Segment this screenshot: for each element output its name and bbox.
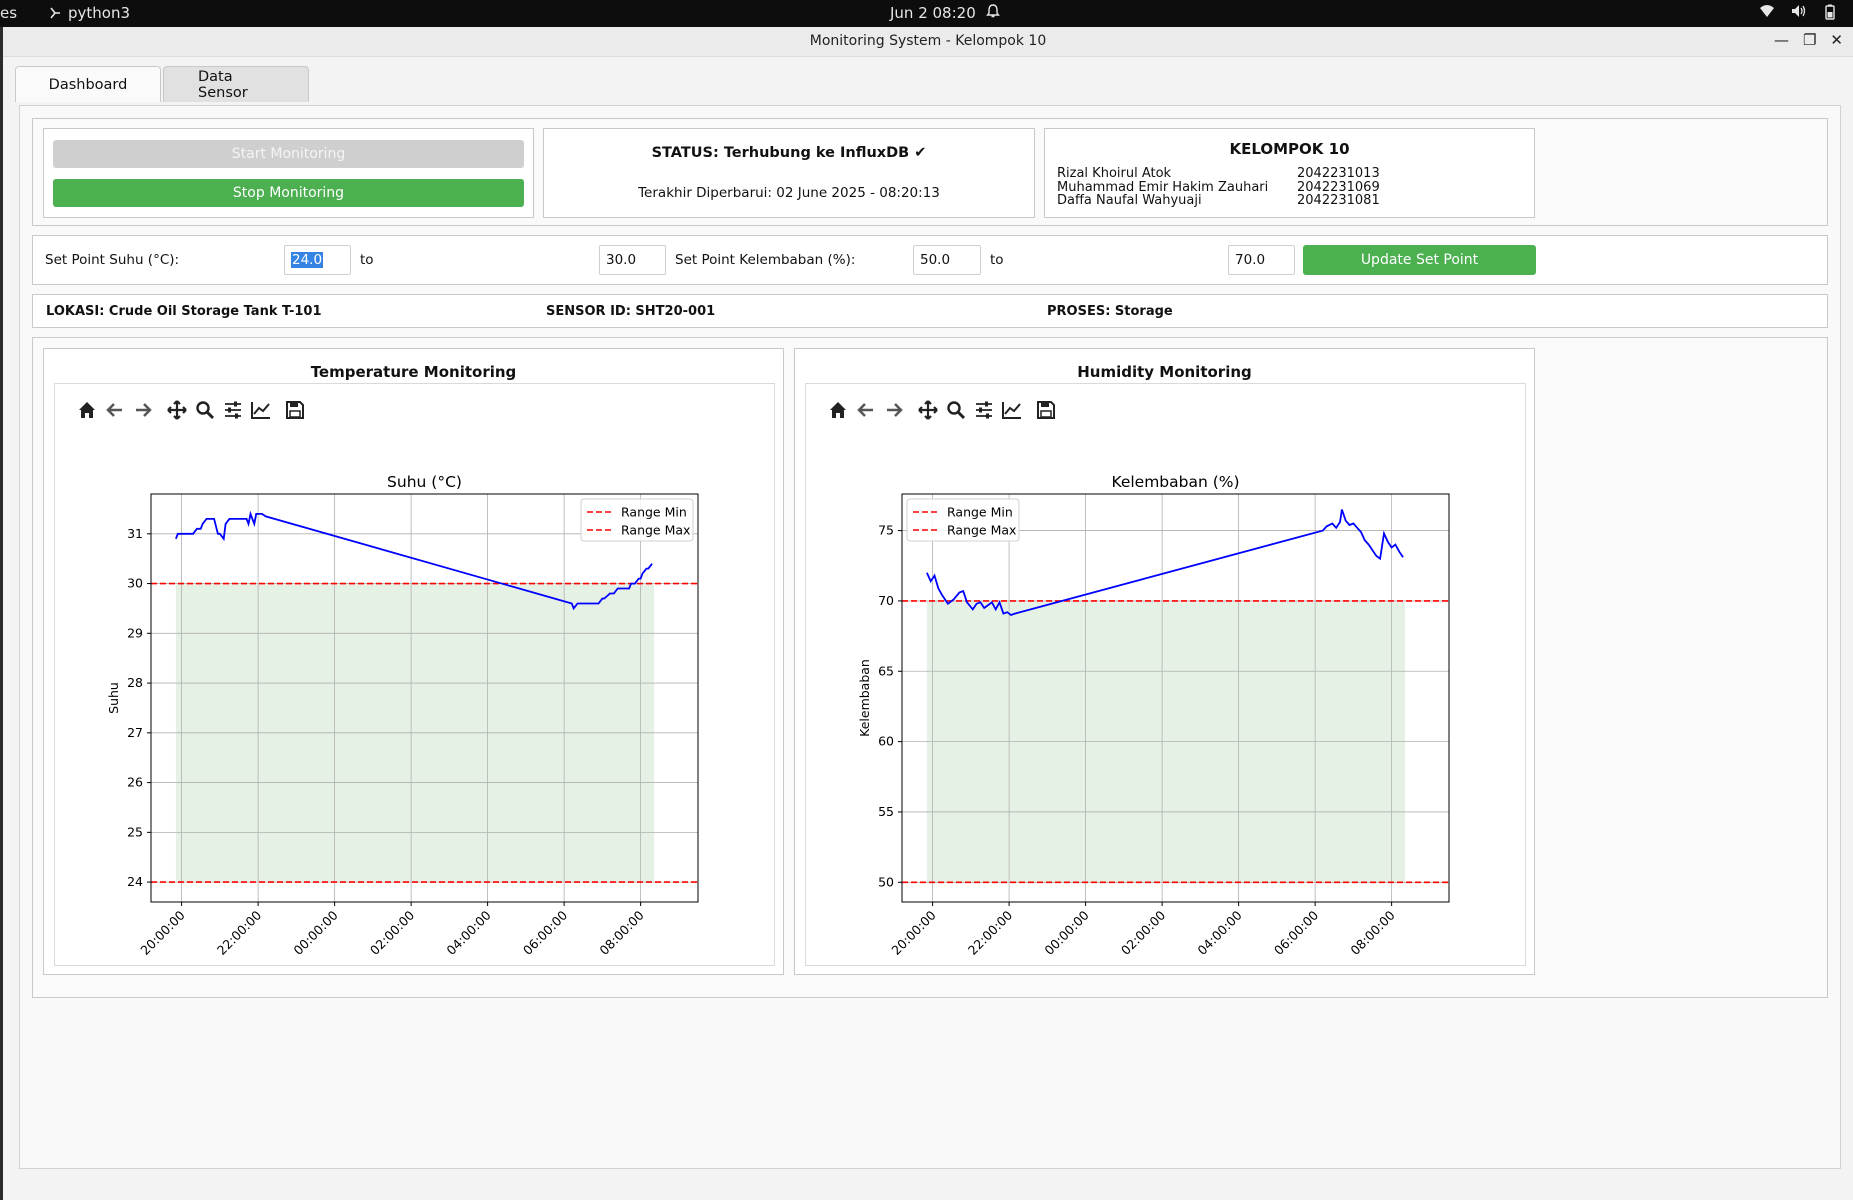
restore-icon[interactable]: ❐ [1803, 31, 1816, 49]
x-tick-label: 04:00:00 [443, 907, 493, 957]
y-tick-label: 60 [878, 734, 894, 749]
y-tick-label: 31 [127, 526, 143, 541]
legend-entry: Range Min [947, 505, 1013, 520]
group-panel: KELOMPOK 10 Rizal Khoirul Atok 204223101… [1044, 128, 1535, 218]
y-tick-label: 25 [127, 824, 143, 839]
x-tick-label: 20:00:00 [137, 907, 187, 957]
x-tick-label: 22:00:00 [214, 907, 264, 957]
system-tray[interactable] [1759, 4, 1837, 20]
legend-entry: Range Max [621, 523, 690, 538]
close-icon[interactable]: ✕ [1830, 31, 1843, 49]
chart-title: Kelembaban (%) [1111, 473, 1239, 491]
kelembaban-min-input[interactable]: 50.0 [913, 245, 981, 275]
member-nrp: 2042231081 [1297, 193, 1380, 208]
minimize-icon[interactable]: — [1774, 31, 1789, 49]
temperature-chart[interactable]: 24 25 26 27 28 29 30 31 20:00:00 22:00:00 00:00:00… [55, 384, 776, 967]
to-label: to [990, 252, 1004, 268]
window-controls: — ❐ ✕ [1774, 31, 1843, 49]
temperature-canvas: 24 25 26 27 28 29 30 31 20:00:00 22:00:00 00:00:00… [54, 383, 775, 966]
x-tick-label: 06:00:00 [1271, 907, 1321, 957]
y-tick-label: 30 [127, 576, 143, 591]
x-tick-label: 20:00:00 [888, 907, 938, 957]
x-tick-label: 00:00:00 [1041, 907, 1091, 957]
python-app-icon [50, 7, 60, 19]
stop-monitoring-button[interactable]: Stop Monitoring [53, 179, 524, 207]
temperature-panel-title: Temperature Monitoring [310, 363, 517, 381]
y-tick-label: 70 [878, 593, 894, 608]
dashboard-pane: Start Monitoring Stop Monitoring STATUS:… [19, 105, 1841, 1169]
info-panel: LOKASI: Crude Oil Storage Tank T-101 SEN… [32, 294, 1828, 328]
to-label: to [360, 252, 374, 268]
x-tick-label: 08:00:00 [1347, 907, 1397, 957]
y-tick-label: 65 [878, 663, 894, 678]
suhu-min-input[interactable]: 24.0 [284, 245, 351, 275]
setpoint-suhu-label: Set Point Suhu (°C): [45, 252, 180, 268]
y-tick-label: 27 [127, 725, 143, 740]
y-axis-label: Suhu [106, 682, 121, 714]
connection-status: STATUS: Terhubung ke InfluxDB ✔ [651, 145, 927, 161]
chart-title: Suhu (°C) [387, 473, 462, 491]
member-name: Rizal Khoirul Atok [1057, 166, 1172, 181]
top-row-panel: Start Monitoring Stop Monitoring STATUS:… [32, 118, 1828, 226]
last-updated: Terakhir Diperbarui: 02 June 2025 - 08:2… [638, 185, 940, 201]
y-axis-label: Kelembaban [857, 659, 872, 737]
humidity-chart[interactable]: 50 55 60 65 70 75 20:00:00 22:00:00 00:00:00 02:0… [806, 384, 1527, 967]
start-monitoring-button[interactable]: Start Monitoring [53, 140, 524, 168]
humidity-panel-title: Humidity Monitoring [1077, 363, 1252, 381]
y-tick-label: 26 [127, 775, 143, 790]
member-nrp: 2042231013 [1297, 166, 1380, 181]
app-menu[interactable]: python3 [48, 4, 130, 22]
y-tick-label: 28 [127, 675, 143, 690]
temperature-panel: Temperature Monitoring 24 25 26 27 28 29… [43, 348, 784, 975]
y-tick-label: 29 [127, 625, 143, 640]
humidity-canvas: 50 55 60 65 70 75 20:00:00 22:00:00 00:00:00 02:0… [805, 383, 1526, 966]
window-title: Monitoring System - Kelompok 10 [809, 33, 1047, 49]
x-tick-label: 08:00:00 [596, 907, 646, 957]
x-tick-label: 00:00:00 [290, 907, 340, 957]
x-tick-label: 22:00:00 [965, 907, 1015, 957]
suhu-min-value: 24.0 [291, 252, 324, 268]
setpoint-panel: Set Point Suhu (°C): 24.0 to 30.0 Set Po… [32, 235, 1828, 285]
monitoring-controls: Start Monitoring Stop Monitoring [43, 128, 534, 218]
status-panel: STATUS: Terhubung ke InfluxDB ✔ Terakhir… [543, 128, 1035, 218]
process-label: PROSES: Storage [1047, 304, 1173, 319]
legend-entry: Range Max [947, 523, 1016, 538]
location-label: LOKASI: Crude Oil Storage Tank T-101 [46, 304, 322, 319]
x-tick-label: 04:00:00 [1194, 907, 1244, 957]
update-setpoint-button[interactable]: Update Set Point [1303, 245, 1536, 275]
notification-bell-icon[interactable] [986, 3, 1000, 23]
app-name: python3 [68, 4, 131, 22]
legend-entry: Range Min [621, 505, 687, 520]
battery-icon [1825, 4, 1835, 20]
tab-data-sensor[interactable]: Data Sensor [163, 66, 309, 102]
setpoint-kelembaban-label: Set Point Kelembaban (%): [675, 252, 856, 268]
tab-dashboard[interactable]: Dashboard [15, 66, 161, 102]
y-tick-label: 50 [878, 874, 894, 889]
y-tick-label: 75 [878, 523, 894, 538]
window-titlebar[interactable]: Monitoring System - Kelompok 10 — ❐ ✕ [3, 27, 1853, 57]
x-tick-label: 02:00:00 [1118, 907, 1168, 957]
tab-bar: Dashboard Data Sensor [15, 66, 309, 102]
sensor-id-label: SENSOR ID: SHT20-001 [546, 304, 716, 319]
volume-icon [1792, 5, 1806, 17]
wifi-icon [1760, 5, 1774, 17]
group-title: KELOMPOK 10 [1229, 140, 1350, 158]
suhu-max-input[interactable]: 30.0 [599, 245, 666, 275]
humidity-panel: Humidity Monitoring 50 55 60 65 70 75 20… [794, 348, 1535, 975]
system-top-bar: es python3 Jun 2 08:20 [0, 0, 1853, 27]
clock[interactable]: Jun 2 08:20 [890, 4, 976, 22]
x-tick-label: 06:00:00 [520, 907, 570, 957]
app-window: Monitoring System - Kelompok 10 — ❐ ✕ Da… [3, 27, 1853, 1200]
x-tick-label: 02:00:00 [367, 907, 417, 957]
charts-panel: Temperature Monitoring 24 25 26 27 28 29… [32, 337, 1828, 998]
member-name: Daffa Naufal Wahyuaji [1057, 193, 1202, 208]
y-tick-label: 55 [878, 804, 894, 819]
activities-label[interactable]: es [0, 4, 17, 22]
y-tick-label: 24 [127, 874, 143, 889]
kelembaban-max-input[interactable]: 70.0 [1228, 245, 1295, 275]
